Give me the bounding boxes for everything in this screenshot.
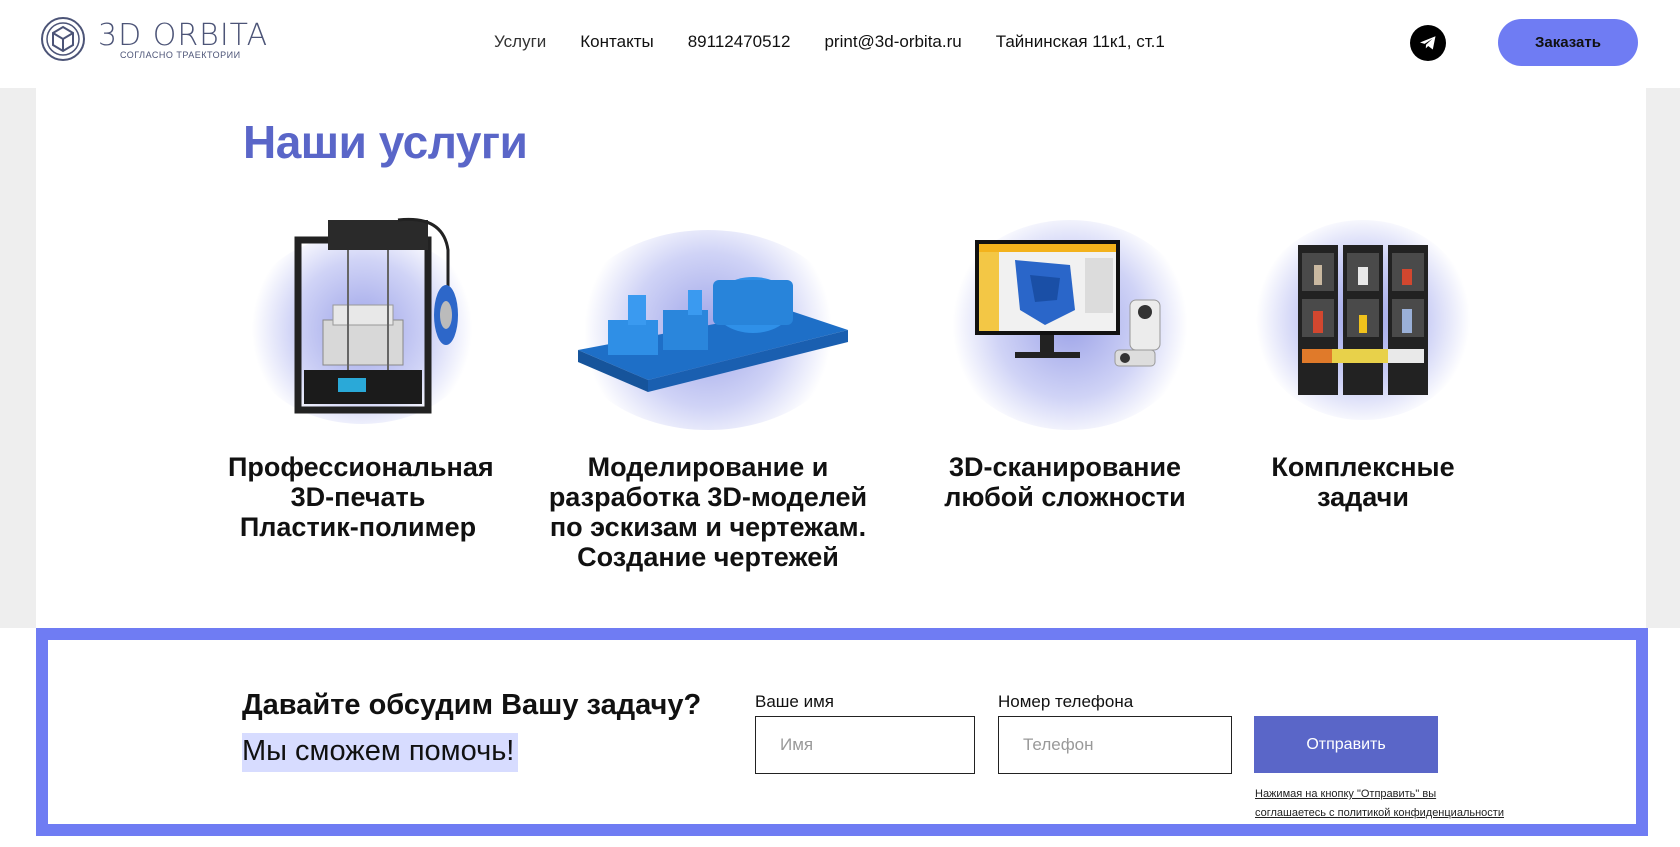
form-subtitle: Мы сможем помочь! [242, 733, 519, 772]
nav-link-services[interactable]: Услуги [494, 32, 546, 52]
service-caption-complex-tasks: Комплексные задачи [1271, 452, 1455, 512]
orbit-logo-icon [41, 17, 85, 61]
service-card-3d-modeling[interactable]: Моделирование и разработка 3D-моделей по… [538, 210, 878, 572]
printer-farm-image [1238, 210, 1488, 440]
phone-label: Номер телефона [998, 692, 1134, 711]
services-title: Наши услуги [243, 116, 528, 168]
nav-link-email[interactable]: print@3d-orbita.ru [824, 32, 961, 52]
main-nav: Услуги Контакты 89112470512 print@3d-orb… [494, 32, 1199, 52]
telegram-icon [1420, 36, 1436, 50]
phone-input[interactable] [998, 716, 1232, 774]
3d-scanner-image [935, 210, 1195, 440]
service-card-complex-tasks[interactable]: Комплексные задачи [1238, 210, 1488, 512]
form-title: Давайте обсудим Вашу задачу? [242, 689, 702, 721]
logo-subtitle: СОГЛАСНО ТРАЕКТОРИИ [120, 50, 241, 60]
service-caption-3d-modeling: Моделирование и разработка 3D-моделей по… [548, 452, 868, 572]
service-card-3d-scanning[interactable]: 3D-сканирование любой сложности [930, 210, 1200, 512]
nav-link-phone[interactable]: 89112470512 [688, 32, 791, 52]
service-card-3d-printing[interactable]: Профессиональная 3D-печать Пластик-полим… [228, 210, 494, 542]
service-caption-3d-printing: Профессиональная 3D-печать Пластик-полим… [228, 452, 494, 542]
nav-link-address[interactable]: Тайнинская 11к1, ст.1 [996, 32, 1165, 52]
privacy-policy-link[interactable]: Нажимая на кнопку "Отправить" вы соглаша… [1255, 785, 1504, 823]
site-header: 3D ORBITA СОГЛАСНО ТРАЕКТОРИИ Услуги Кон… [0, 0, 1680, 88]
logo[interactable]: 3D ORBITA СОГЛАСНО ТРАЕКТОРИИ [40, 16, 280, 64]
order-button[interactable]: Заказать [1498, 19, 1638, 66]
3d-printer-image [228, 210, 488, 440]
name-input[interactable] [755, 716, 975, 774]
page-gutter-right [1646, 88, 1680, 628]
service-caption-3d-scanning: 3D-сканирование любой сложности [944, 452, 1186, 512]
3d-model-image [568, 210, 848, 440]
nav-link-contacts[interactable]: Контакты [580, 32, 653, 52]
name-label: Ваше имя [755, 692, 834, 711]
submit-button[interactable]: Отправить [1254, 716, 1438, 773]
page-gutter-left [0, 88, 36, 628]
telegram-button[interactable] [1410, 25, 1446, 61]
logo-title: 3D ORBITA [98, 18, 269, 53]
